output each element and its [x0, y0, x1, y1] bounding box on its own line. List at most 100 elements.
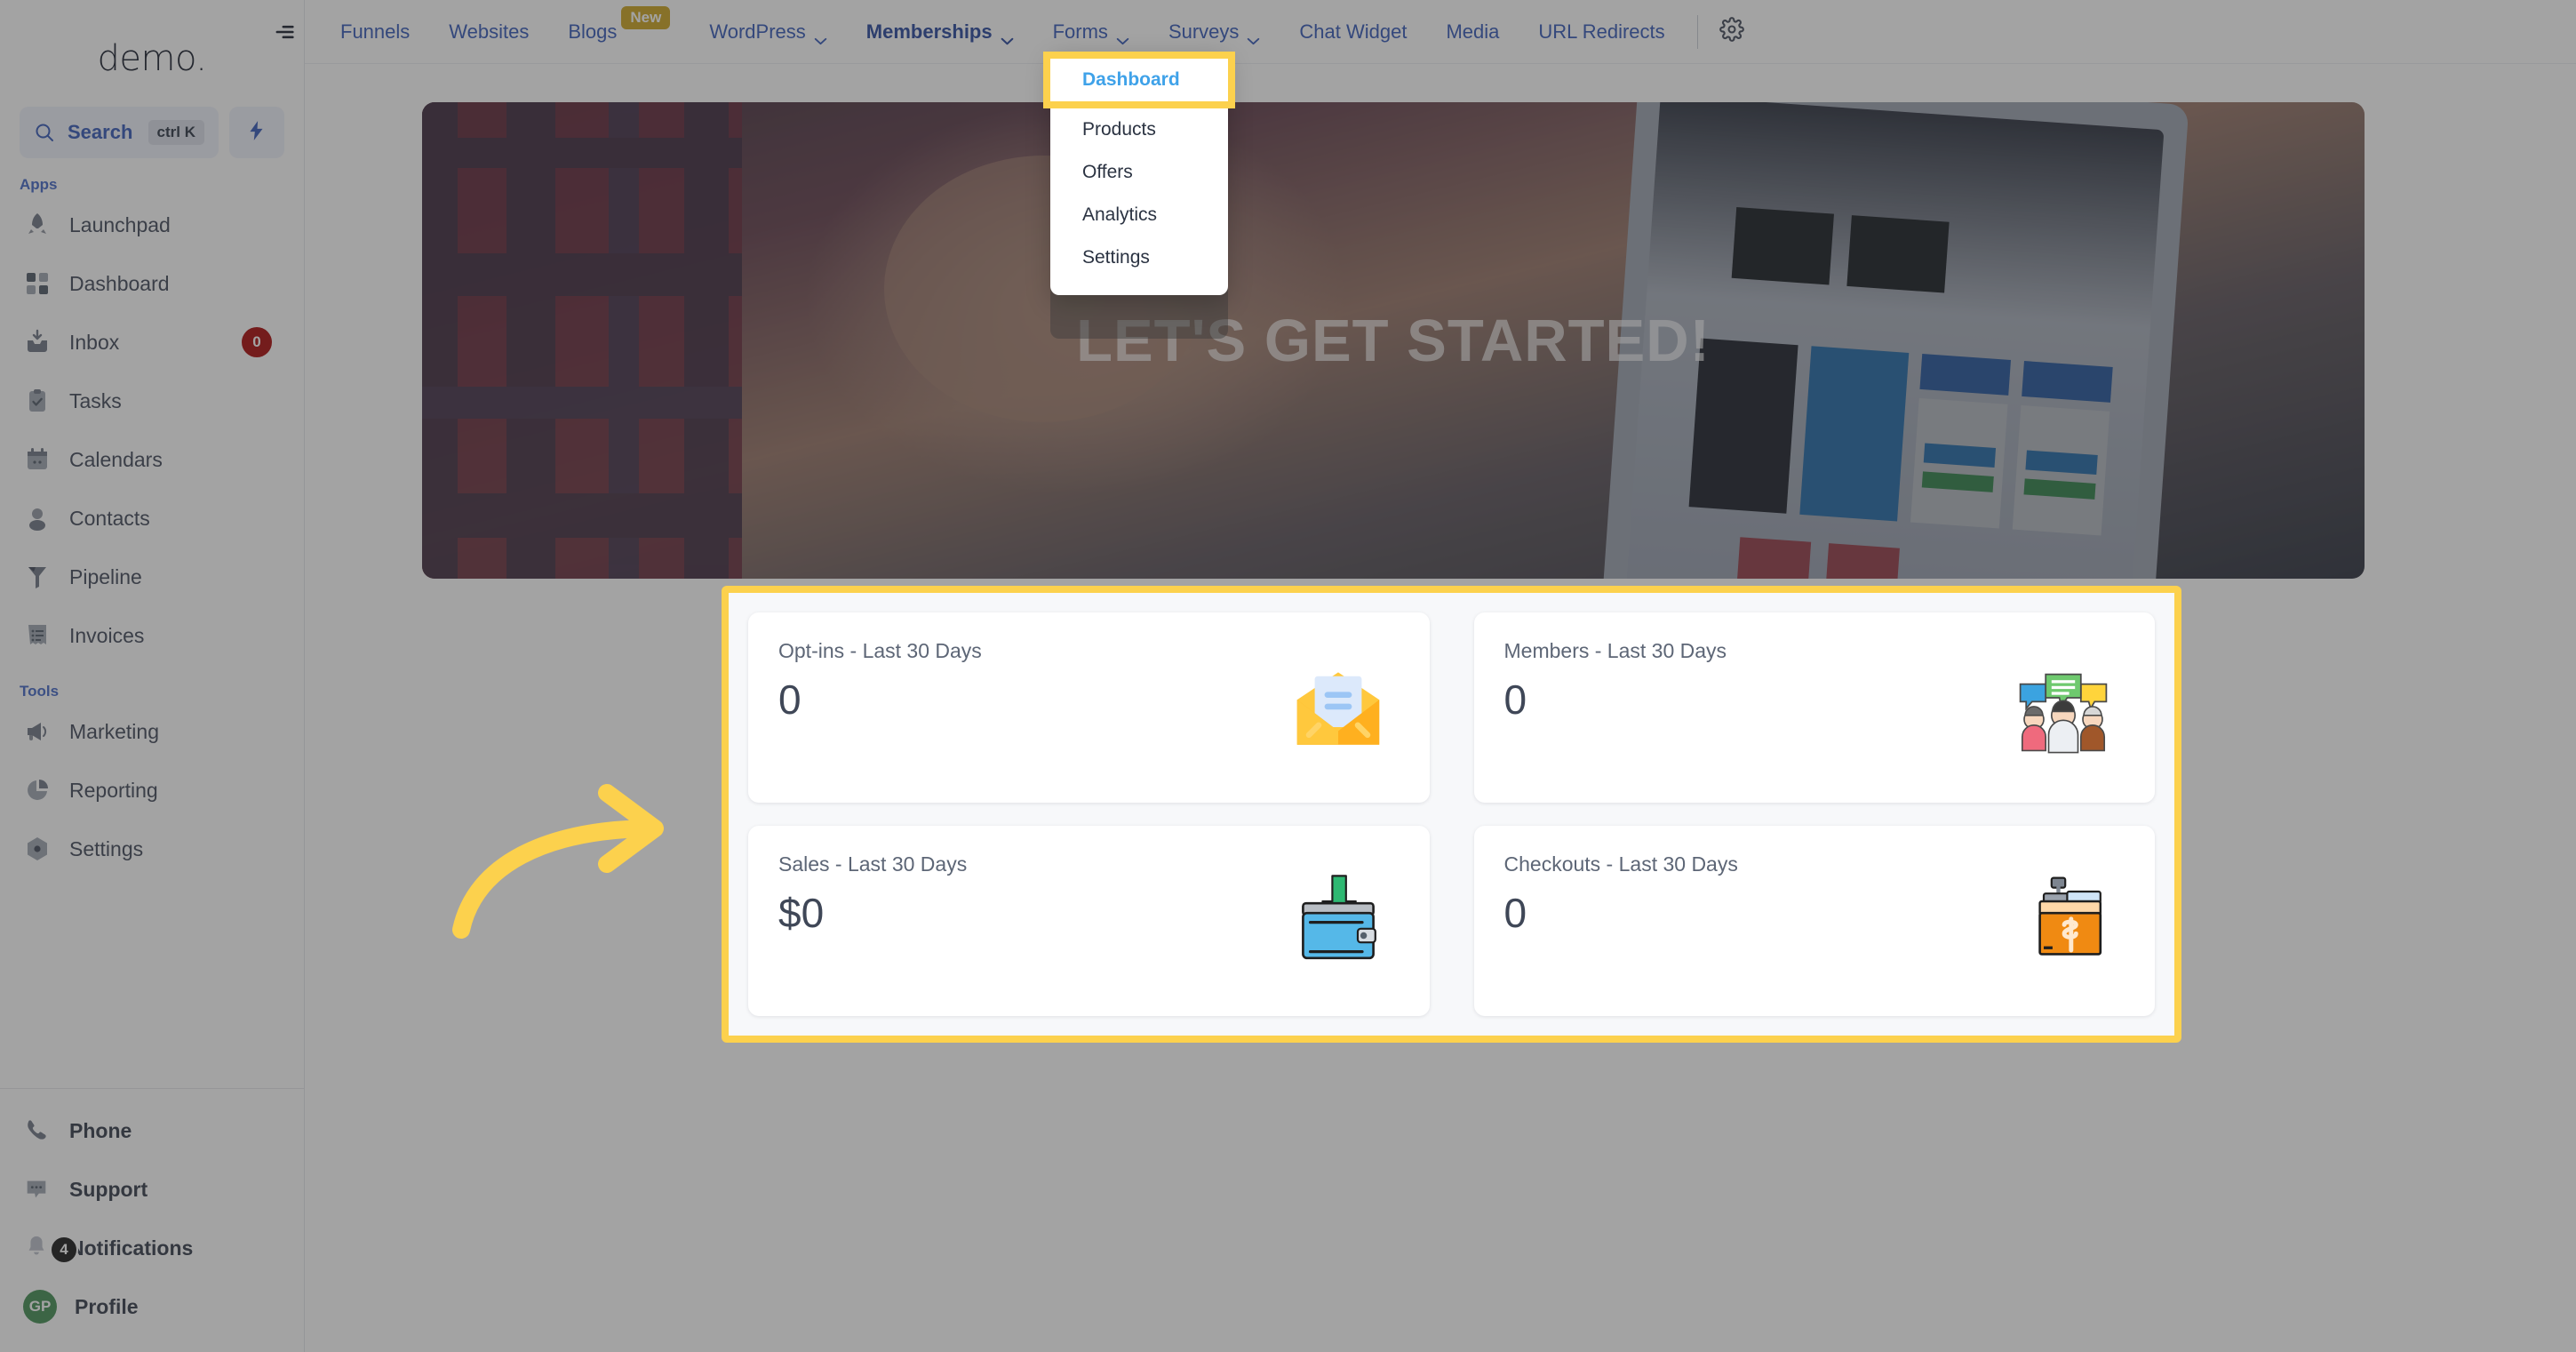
top-navigation: Funnels Websites Blogs New WordPress Mem… — [275, 0, 2576, 64]
gear-icon — [1719, 17, 1744, 46]
person-icon — [23, 504, 52, 532]
dropdown-item-dashboard[interactable]: Dashboard — [1043, 52, 1235, 108]
sidebar-item-contacts[interactable]: Contacts — [12, 489, 291, 548]
tab-label: WordPress — [709, 20, 806, 43]
tab-label: Blogs — [568, 20, 618, 43]
sidebar-item-label: Notifications — [69, 1236, 194, 1260]
tab-label: URL Redirects — [1538, 20, 1665, 43]
search-label: Search — [68, 121, 133, 143]
search-row: Search ctrl K — [0, 107, 304, 158]
sidebar-item-label: Profile — [75, 1294, 139, 1318]
sidebar-item-label: Pipeline — [69, 564, 142, 588]
inbox-icon — [23, 328, 52, 356]
dropdown-item-label: Settings — [1082, 247, 1150, 268]
sidebar-item-calendars[interactable]: Calendars — [12, 430, 291, 489]
nav-divider — [1696, 14, 1698, 49]
sidebar-item-label: Launchpad — [69, 212, 171, 236]
stats-grid: Opt-ins - Last 30 Days 0 Members - Last … — [748, 612, 2155, 1016]
sidebar-item-tasks[interactable]: Tasks — [12, 372, 291, 430]
tab-websites[interactable]: Websites — [429, 0, 548, 64]
dropdown-item-settings[interactable]: Settings — [1050, 236, 1228, 279]
gear-hex-icon — [23, 835, 52, 863]
group-chat-people-icon — [2014, 659, 2112, 756]
dropdown-item-products[interactable]: Products — [1050, 108, 1228, 151]
dropdown-item-offers[interactable]: Offers — [1050, 151, 1228, 194]
inbox-badge: 0 — [242, 327, 272, 357]
search-icon — [34, 122, 55, 143]
tab-label: Funnels — [340, 20, 411, 43]
dropdown-item-label: Analytics — [1082, 204, 1158, 225]
tab-memberships[interactable]: Memberships — [847, 0, 1033, 64]
stats-highlight-panel: Opt-ins - Last 30 Days 0 Members - Last … — [722, 586, 2181, 1043]
grid-icon — [23, 269, 52, 298]
section-label-apps: Apps — [20, 176, 58, 193]
sidebar-item-reporting[interactable]: Reporting — [12, 761, 291, 820]
avatar: GP — [23, 1290, 57, 1324]
sidebar-item-profile[interactable]: GP Profile — [12, 1277, 291, 1336]
sidebar-item-launchpad[interactable]: Launchpad — [12, 196, 291, 254]
tab-label: Websites — [449, 20, 530, 43]
sidebar-item-pipeline[interactable]: Pipeline — [12, 548, 291, 606]
rocket-icon — [23, 211, 52, 239]
invoice-icon — [23, 621, 52, 650]
phone-icon — [23, 1116, 52, 1145]
stat-card-optins[interactable]: Opt-ins - Last 30 Days 0 — [748, 612, 1430, 803]
tab-label: Media — [1446, 20, 1500, 43]
sidebar-item-marketing[interactable]: Marketing — [12, 702, 291, 761]
tab-blogs[interactable]: Blogs New — [548, 0, 690, 64]
sidebar-item-label: Inbox — [69, 330, 120, 354]
dropdown-item-analytics[interactable]: Analytics — [1050, 194, 1228, 236]
arrow-annotation — [449, 782, 680, 942]
sidebar-item-inbox[interactable]: Inbox 0 — [12, 313, 291, 372]
tab-media[interactable]: Media — [1426, 0, 1519, 64]
brand-row: demo. — [0, 27, 304, 91]
sidebar-item-label: Tasks — [69, 388, 122, 412]
sidebar-item-label: Marketing — [69, 719, 159, 743]
notifications-badge: 4 — [50, 1236, 78, 1264]
wallet-download-icon — [1289, 872, 1387, 970]
sidebar-item-label: Phone — [69, 1118, 132, 1142]
tab-wordpress[interactable]: WordPress — [690, 0, 846, 64]
search-input[interactable]: Search ctrl K — [20, 107, 219, 158]
sidebar-item-label: Reporting — [69, 778, 158, 802]
megaphone-icon — [23, 717, 52, 746]
chevron-down-icon — [1247, 28, 1260, 45]
cash-register-icon — [2014, 872, 2112, 970]
hero-banner: LET'S GET STARTED! — [422, 102, 2365, 579]
sidebar-item-support[interactable]: Support — [12, 1160, 291, 1219]
stat-card-sales[interactable]: Sales - Last 30 Days $0 — [748, 826, 1430, 1016]
sidebar-item-settings[interactable]: Settings — [12, 820, 291, 878]
tab-label: Chat Widget — [1299, 20, 1408, 43]
sidebar-item-label: Contacts — [69, 506, 150, 530]
tab-label: Memberships — [865, 20, 993, 43]
pie-chart-icon — [23, 776, 52, 804]
tab-url-redirects[interactable]: URL Redirects — [1519, 0, 1684, 64]
search-shortcut: ctrl K — [148, 120, 204, 145]
sidebar-item-phone[interactable]: Phone — [12, 1101, 291, 1160]
sidebar-item-notifications[interactable]: 4 Notifications — [12, 1219, 291, 1277]
sidebar-header: demo. Search ctrl K Apps Launchpad Dashb… — [0, 0, 304, 878]
sidebar-collapse-toggle-icon[interactable] — [260, 8, 308, 56]
hero-title: LET'S GET STARTED! — [1076, 307, 1711, 374]
sidebar-item-invoices[interactable]: Invoices — [12, 606, 291, 665]
sidebar-item-label: Invoices — [69, 623, 145, 647]
settings-gear-button[interactable] — [1711, 11, 1753, 53]
dropdown-item-label: Products — [1082, 119, 1156, 140]
tab-label: Surveys — [1168, 20, 1240, 43]
dropdown-item-label: Dashboard — [1082, 69, 1180, 90]
calendar-icon — [23, 445, 52, 474]
sidebar-footer: Phone Support 4 Notifications GP Profile — [0, 1088, 304, 1352]
quick-actions-button[interactable] — [229, 107, 284, 158]
sidebar-item-label: Dashboard — [69, 271, 170, 295]
memberships-dropdown-menu: Dashboard Products Offers Analytics Sett… — [1043, 52, 1235, 295]
sidebar-item-dashboard[interactable]: Dashboard — [12, 254, 291, 313]
tab-funnels[interactable]: Funnels — [321, 0, 429, 64]
tab-chat-widget[interactable]: Chat Widget — [1280, 0, 1426, 64]
curved-arrow-right-icon — [452, 784, 664, 939]
new-badge: New — [621, 5, 671, 29]
sidebar-nav-tools: Marketing Reporting Settings — [0, 702, 304, 878]
chat-dots-icon — [23, 1175, 52, 1204]
stat-card-members[interactable]: Members - Last 30 Days 0 — [1473, 612, 2155, 803]
stat-card-checkouts[interactable]: Checkouts - Last 30 Days 0 — [1473, 826, 2155, 1016]
